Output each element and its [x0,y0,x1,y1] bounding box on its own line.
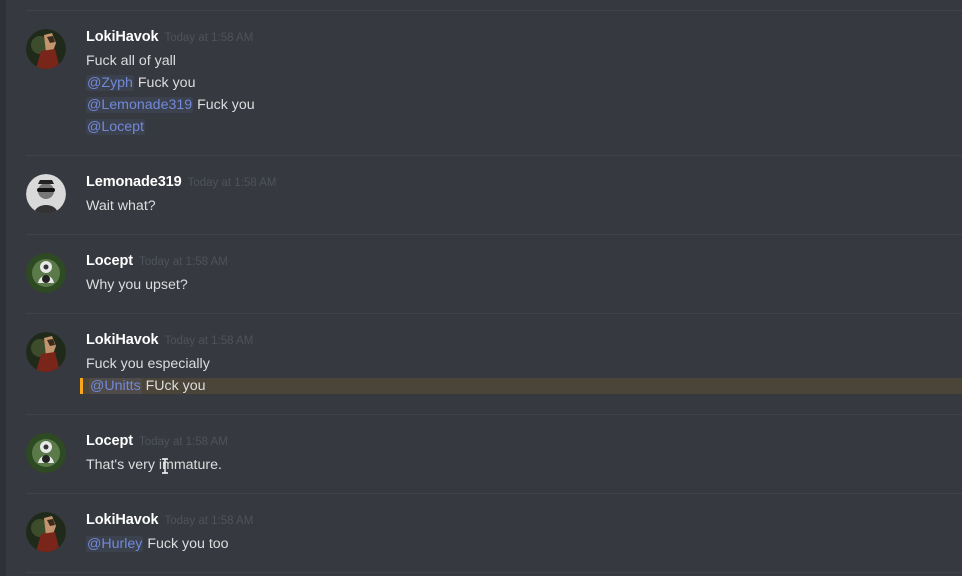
user-mention[interactable]: @Unitts [89,378,142,394]
user-mention[interactable]: @Lemonade319 [86,97,194,113]
username[interactable]: Locept [86,253,133,269]
username[interactable]: Locept [86,433,133,449]
user-mention[interactable]: @Locept [86,119,145,135]
message-header: LokiHavok Today at 1:58 AM [86,29,253,49]
timestamp: Today at 1:58 AM [187,177,277,189]
timestamp: Today at 1:58 AM [164,32,254,44]
locept-avatar-icon[interactable] [26,433,66,473]
message-text: Wait what? [86,195,962,217]
message-text: Fuck all of yall [86,50,962,72]
timestamp: Today at 1:58 AM [164,335,254,347]
message-divider [26,493,962,494]
username[interactable]: LokiHavok [86,512,159,528]
username[interactable]: Lemonade319 [86,174,182,190]
message-divider [26,572,962,573]
message-text: @Hurley Fuck you too [86,533,962,555]
text-cursor-icon [162,458,168,474]
message-divider [26,10,962,11]
message-text: @Lemonade319 Fuck you [86,94,962,116]
timestamp: Today at 1:58 AM [164,515,254,527]
message-body: Fuck you [133,75,196,91]
message-text: Fuck you especially [86,353,962,375]
message-text: @Locept [86,116,962,138]
mentioned-message-highlight: @Unitts FUck you [80,378,962,394]
message-body: Fuck you especially [86,356,210,372]
message-text: @Zyph Fuck you [86,72,962,94]
message-body: Fuck all of yall [86,53,176,69]
timestamp: Today at 1:58 AM [138,436,228,448]
loki-avatar-icon[interactable] [26,29,66,69]
message-body: FUck you [141,378,206,394]
message-header: Locept Today at 1:58 AM [86,253,228,273]
message-body: Wait what? [86,198,156,214]
timestamp: Today at 1:58 AM [138,256,228,268]
loki-avatar-icon[interactable] [26,332,66,372]
loki-avatar-icon[interactable] [26,512,66,552]
message-text: Why you upset? [86,274,962,296]
message-divider [26,155,962,156]
message-header: Lemonade319 Today at 1:58 AM [86,174,276,194]
message-divider [26,414,962,415]
message-divider [26,234,962,235]
message-body: Fuck you [193,97,255,113]
message-header: LokiHavok Today at 1:58 AM [86,512,253,532]
chat-messages-pane[interactable]: LokiHavok Today at 1:58 AM Fuck all of y… [0,0,962,576]
user-mention[interactable]: @Hurley [86,536,144,552]
user-mention[interactable]: @Zyph [86,75,134,91]
message-body: Why you upset? [86,277,188,293]
message-body: That's very immature. [86,457,222,473]
lemonade-avatar-icon[interactable] [26,174,66,214]
locept-avatar-icon[interactable] [26,253,66,293]
message-header: LokiHavok Today at 1:58 AM [86,332,253,352]
message-header: Locept Today at 1:58 AM [86,433,228,453]
scroll-edge [0,0,6,576]
username[interactable]: LokiHavok [86,29,159,45]
username[interactable]: LokiHavok [86,332,159,348]
message-body: Fuck you too [143,536,229,552]
message-text[interactable]: That's very immature. [86,454,962,476]
message-divider [26,313,962,314]
